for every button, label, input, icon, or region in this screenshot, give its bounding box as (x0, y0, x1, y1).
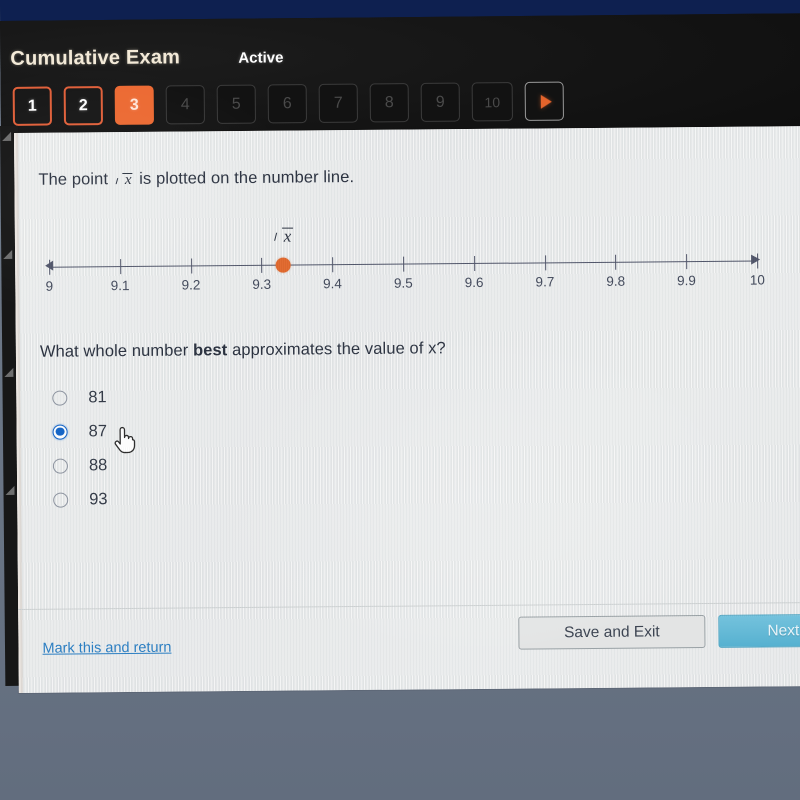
answer-option-label: 88 (88, 455, 108, 474)
answer-option-81[interactable]: 81 (52, 380, 107, 414)
question-stem: The point x is plotted on the number lin… (38, 168, 354, 190)
answer-option-label: 93 (89, 489, 108, 508)
question-tab-2[interactable]: 2 (63, 86, 104, 126)
question-tab-label: 2 (78, 96, 88, 114)
answer-option-88[interactable]: 88 (52, 448, 108, 482)
number-line-tick (757, 253, 759, 269)
stem-text-before: The point (38, 170, 109, 189)
question-panel: The point x is plotted on the number lin… (14, 126, 800, 693)
radio-button-87[interactable] (52, 424, 68, 440)
footer-divider (18, 602, 800, 610)
question-tabs: 1 2 3 4 5 6 7 8 9 10 (12, 81, 564, 126)
number-line-tick-label: 9.8 (606, 273, 626, 289)
number-line-tick-label: 9.6 (464, 274, 484, 291)
play-triangle-icon (540, 94, 552, 109)
number-line-tick (544, 255, 546, 271)
question-tab-label: 3 (129, 96, 139, 114)
question-tab-label: 1 (27, 97, 37, 115)
question-tab-label: 5 (231, 95, 241, 113)
radio-button-93[interactable] (53, 492, 69, 508)
number-line-tick-label: 9.1 (110, 277, 130, 294)
number-line-tick-label: 9.5 (393, 275, 413, 291)
number-line-tick-label: 9.2 (181, 277, 201, 293)
sqrt-x-point-label: x (274, 225, 292, 247)
number-line-tick-label: 9.3 (252, 276, 272, 292)
next-question-arrow-button[interactable] (524, 81, 564, 121)
prompt-text-before: What whole number (39, 341, 194, 361)
question-tab-10: 10 (471, 82, 513, 122)
answer-options: 81 87 88 93 (52, 380, 136, 516)
radio-button-88[interactable] (52, 458, 68, 474)
plotted-point-dot (275, 257, 291, 273)
triangle-mark-icon (2, 131, 12, 141)
number-line-tick-label: 9.7 (535, 274, 555, 290)
answer-option-label: 81 (88, 387, 107, 406)
screen-photo-background: Cumulative Exam Active 1 2 3 4 5 6 7 8 9 10 The p… (0, 0, 800, 800)
number-line: 9 9.1 9.2 9.3 9.4 9.5 9.6 9.7 9.8 9.9 10 x (39, 218, 768, 304)
question-tab-7: 7 (318, 83, 358, 123)
number-line-tick-label: 9.4 (323, 276, 342, 292)
sqrt-x-radical-icon: x (274, 225, 292, 247)
question-tab-label: 7 (333, 94, 343, 112)
prompt-text-bold: best (192, 341, 228, 360)
question-tab-6: 6 (267, 84, 307, 124)
number-line-tick (686, 254, 688, 270)
triangle-mark-icon (5, 485, 15, 495)
question-tab-8: 8 (369, 83, 409, 123)
exam-header: Cumulative Exam Active 1 2 3 4 5 6 7 8 9 10 (0, 13, 800, 141)
triangle-mark-icon (4, 367, 14, 377)
question-tab-label: 6 (282, 94, 292, 112)
sqrt-x-inline-icon: x (116, 171, 132, 189)
radio-button-81[interactable] (52, 390, 68, 406)
status-badge: Active (238, 49, 284, 67)
save-and-exit-button[interactable]: Save and Exit (518, 614, 706, 650)
number-line-tick (332, 257, 334, 273)
stem-text-after: is plotted on the number line. (139, 168, 355, 188)
number-line-tick (49, 259, 51, 275)
number-line-tick (473, 255, 476, 271)
next-button[interactable]: Next (718, 613, 800, 648)
number-line-tick-label: 9.9 (677, 273, 696, 289)
question-prompt: What whole number best approximates the … (40, 339, 446, 362)
number-line-tick-label: 10 (749, 272, 765, 288)
triangle-mark-icon (3, 249, 13, 259)
number-line-tick (261, 257, 263, 273)
axis-arrow-right-icon (751, 254, 761, 265)
question-tab-label: 10 (484, 93, 501, 110)
number-line-tick (403, 256, 405, 272)
answer-option-93[interactable]: 93 (53, 482, 108, 516)
question-tab-label: 9 (435, 93, 445, 111)
question-tab-1[interactable]: 1 (12, 86, 53, 126)
number-line-tick (190, 258, 192, 274)
answer-option-label: 87 (88, 421, 108, 440)
question-tab-label: 8 (384, 93, 394, 111)
number-line-tick-label: 9 (45, 278, 54, 294)
prompt-text-after: approximates the value of x? (227, 339, 446, 360)
number-line-tick (119, 259, 122, 275)
number-line-tick (615, 254, 617, 270)
question-tab-9: 9 (420, 82, 460, 122)
question-tab-5: 5 (216, 84, 256, 124)
question-tab-3[interactable]: 3 (114, 85, 155, 125)
answer-option-87[interactable]: 87 (52, 414, 136, 454)
pointing-hand-cursor (111, 424, 137, 454)
mark-this-and-return-link[interactable]: Mark this and return (42, 640, 171, 657)
page-title: Cumulative Exam (10, 46, 181, 70)
question-tab-label: 4 (180, 95, 190, 113)
question-tab-4: 4 (165, 85, 205, 125)
